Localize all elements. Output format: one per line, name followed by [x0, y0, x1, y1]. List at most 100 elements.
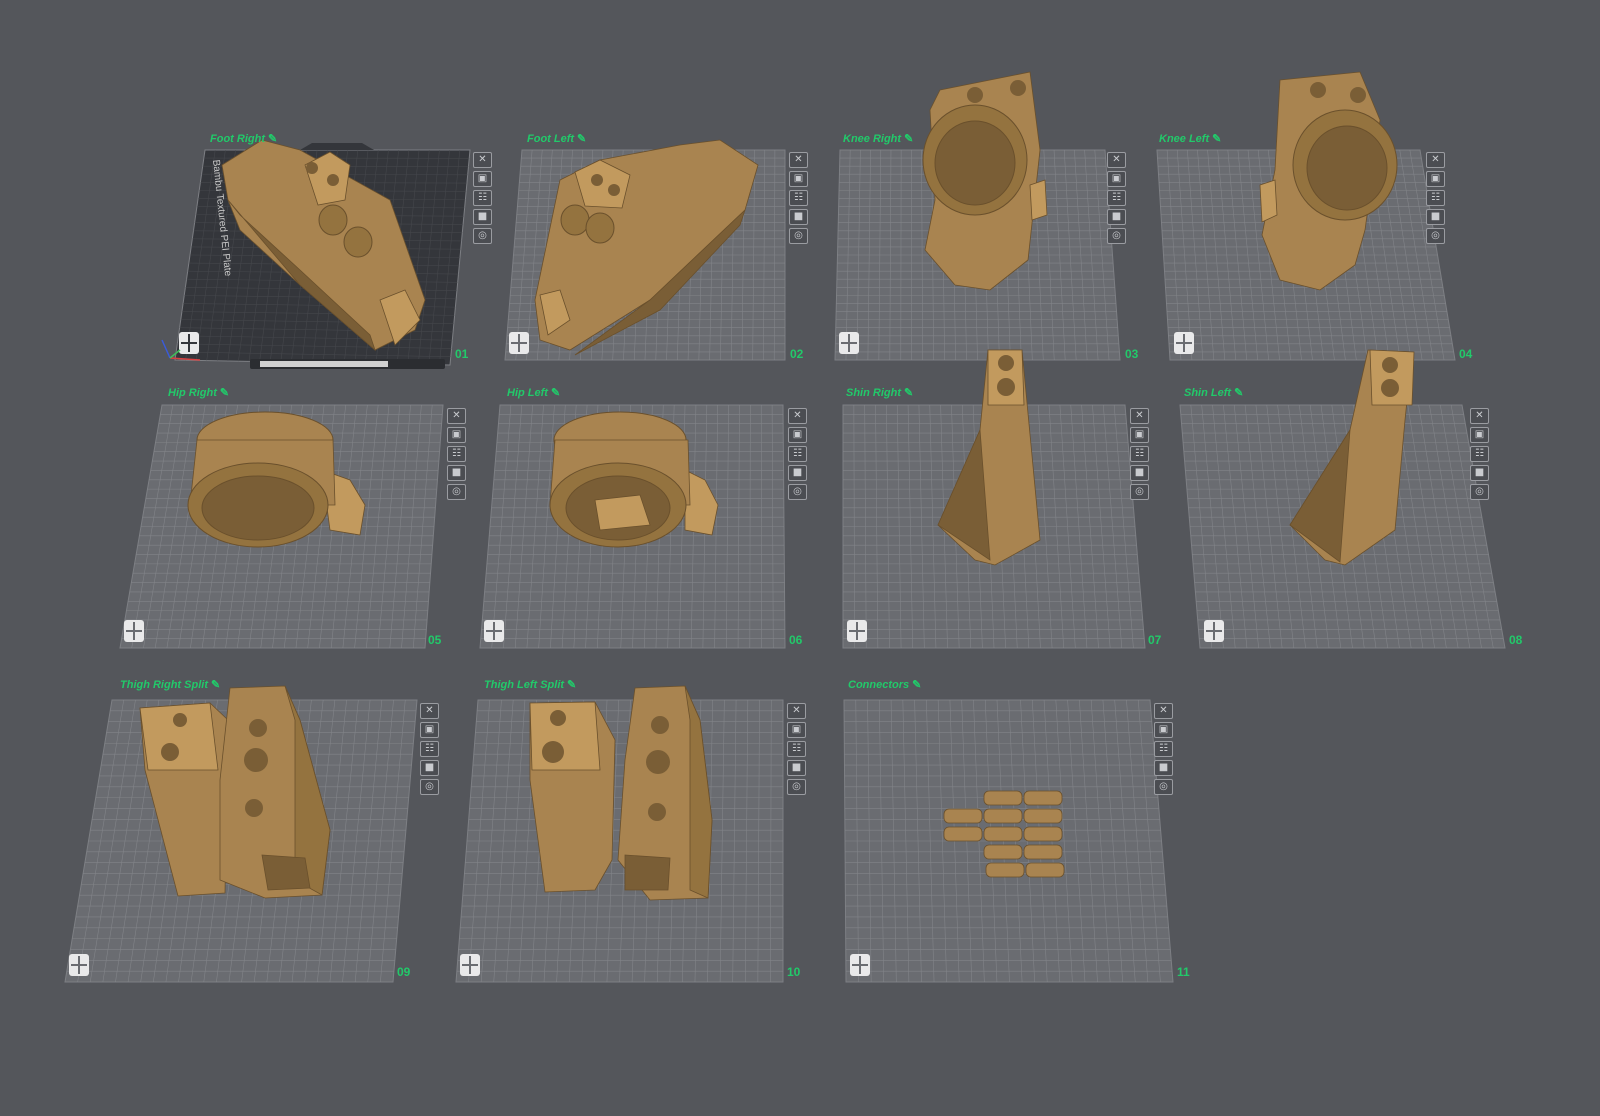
edit-name-icon[interactable]: ✎: [551, 387, 560, 399]
lock-icon[interactable]: ■: [1470, 465, 1489, 481]
edit-name-icon[interactable]: ✎: [1212, 133, 1221, 145]
connector-peg[interactable]: [983, 808, 1023, 824]
edit-name-icon[interactable]: ✎: [268, 133, 277, 145]
settings-icon[interactable]: ◎: [1154, 779, 1173, 795]
plate-name-label[interactable]: Hip Right ✎: [168, 386, 229, 399]
orient-icon[interactable]: ☷: [1154, 741, 1173, 757]
plate-name-label[interactable]: Shin Left ✎: [1184, 386, 1243, 399]
connector-peg[interactable]: [983, 790, 1023, 806]
connector-peg[interactable]: [1023, 808, 1063, 824]
plates-canvas[interactable]: Bambu Textured PEI Plate: [0, 0, 1568, 1094]
orient-icon[interactable]: ☷: [1107, 190, 1126, 206]
settings-icon[interactable]: ◎: [447, 484, 466, 500]
lock-icon[interactable]: ■: [1154, 760, 1173, 776]
arrange-icon[interactable]: ▣: [473, 171, 492, 187]
close-icon[interactable]: ✕: [1426, 152, 1445, 168]
thigh-part-a-top[interactable]: [139, 702, 219, 771]
plate-name-label[interactable]: Thigh Left Split ✎: [484, 678, 576, 691]
plate-name-label[interactable]: Foot Right ✎: [210, 132, 277, 145]
orient-icon[interactable]: ☷: [447, 446, 466, 462]
settings-icon[interactable]: ◎: [1130, 484, 1149, 500]
plate-name-label[interactable]: Knee Right ✎: [843, 132, 913, 145]
arrange-icon[interactable]: ▣: [1470, 427, 1489, 443]
lock-icon[interactable]: ■: [1426, 209, 1445, 225]
settings-icon[interactable]: ◎: [1426, 228, 1445, 244]
edit-name-icon[interactable]: ✎: [577, 133, 586, 145]
settings-icon[interactable]: ◎: [789, 228, 808, 244]
edit-name-icon[interactable]: ✎: [912, 679, 921, 691]
close-icon[interactable]: ✕: [1154, 703, 1173, 719]
hip-inner-part[interactable]: [594, 494, 651, 531]
thigh-vent[interactable]: [624, 854, 671, 891]
edit-name-icon[interactable]: ✎: [211, 679, 220, 691]
plate-name-label[interactable]: Foot Left ✎: [527, 132, 586, 145]
lock-icon[interactable]: ■: [787, 760, 806, 776]
edit-name-icon[interactable]: ✎: [904, 133, 913, 145]
close-icon[interactable]: ✕: [420, 703, 439, 719]
thigh-hole: [651, 716, 669, 734]
orient-icon[interactable]: ☷: [1426, 190, 1445, 206]
lock-icon[interactable]: ■: [1130, 465, 1149, 481]
close-icon[interactable]: ✕: [789, 152, 808, 168]
plate-name-label[interactable]: Shin Right ✎: [846, 386, 913, 399]
knee-knob[interactable]: [1029, 179, 1048, 221]
lock-icon[interactable]: ■: [789, 209, 808, 225]
lock-icon[interactable]: ■: [788, 465, 807, 481]
arrange-icon[interactable]: ▣: [789, 171, 808, 187]
orient-icon[interactable]: ☷: [420, 741, 439, 757]
close-icon[interactable]: ✕: [1107, 152, 1126, 168]
close-icon[interactable]: ✕: [473, 152, 492, 168]
connector-peg[interactable]: [943, 826, 983, 842]
thigh-vent[interactable]: [261, 854, 311, 891]
settings-icon[interactable]: ◎: [473, 228, 492, 244]
connector-peg[interactable]: [1023, 790, 1063, 806]
close-icon[interactable]: ✕: [447, 408, 466, 424]
orient-icon[interactable]: ☷: [788, 446, 807, 462]
lock-icon[interactable]: ■: [447, 465, 466, 481]
connector-peg[interactable]: [1023, 844, 1063, 860]
arrange-icon[interactable]: ▣: [1130, 427, 1149, 443]
edit-name-icon[interactable]: ✎: [567, 679, 576, 691]
settings-icon[interactable]: ◎: [420, 779, 439, 795]
close-icon[interactable]: ✕: [1470, 408, 1489, 424]
orient-icon[interactable]: ☷: [787, 741, 806, 757]
edit-name-icon[interactable]: ✎: [220, 387, 229, 399]
connector-peg[interactable]: [985, 862, 1025, 878]
orient-icon[interactable]: ☷: [1130, 446, 1149, 462]
plate-name-label[interactable]: Connectors ✎: [848, 678, 921, 691]
settings-icon[interactable]: ◎: [788, 484, 807, 500]
orient-icon[interactable]: ☷: [473, 190, 492, 206]
close-icon[interactable]: ✕: [788, 408, 807, 424]
build-plates-view[interactable]: Bambu Textured PEI Plate Foot Right ✎ 01 ✕ ▣ ☷…: [0, 0, 1568, 1094]
lock-icon[interactable]: ■: [473, 209, 492, 225]
thigh-part-a-top[interactable]: [529, 701, 601, 771]
arrange-icon[interactable]: ▣: [788, 427, 807, 443]
knee-knob[interactable]: [1259, 179, 1278, 223]
arrange-icon[interactable]: ▣: [1107, 171, 1126, 187]
arrange-icon[interactable]: ▣: [1154, 722, 1173, 738]
arrange-icon[interactable]: ▣: [447, 427, 466, 443]
settings-icon[interactable]: ◎: [787, 779, 806, 795]
arrange-icon[interactable]: ▣: [1426, 171, 1445, 187]
connector-peg[interactable]: [943, 808, 983, 824]
arrange-icon[interactable]: ▣: [420, 722, 439, 738]
connector-peg[interactable]: [983, 844, 1023, 860]
orient-icon[interactable]: ☷: [1470, 446, 1489, 462]
connector-peg[interactable]: [1023, 826, 1063, 842]
connector-peg[interactable]: [1025, 862, 1065, 878]
close-icon[interactable]: ✕: [787, 703, 806, 719]
lock-icon[interactable]: ■: [1107, 209, 1126, 225]
plate-name-label[interactable]: Hip Left ✎: [507, 386, 560, 399]
arrange-icon[interactable]: ▣: [787, 722, 806, 738]
lock-icon[interactable]: ■: [420, 760, 439, 776]
plate-name-label[interactable]: Thigh Right Split ✎: [120, 678, 220, 691]
settings-icon[interactable]: ◎: [1470, 484, 1489, 500]
close-icon[interactable]: ✕: [1130, 408, 1149, 424]
model-knee-right[interactable]: [922, 71, 1048, 291]
settings-icon[interactable]: ◎: [1107, 228, 1126, 244]
connector-peg[interactable]: [983, 826, 1023, 842]
edit-name-icon[interactable]: ✎: [904, 387, 913, 399]
orient-icon[interactable]: ☷: [789, 190, 808, 206]
edit-name-icon[interactable]: ✎: [1234, 387, 1243, 399]
plate-name-label[interactable]: Knee Left ✎: [1159, 132, 1221, 145]
